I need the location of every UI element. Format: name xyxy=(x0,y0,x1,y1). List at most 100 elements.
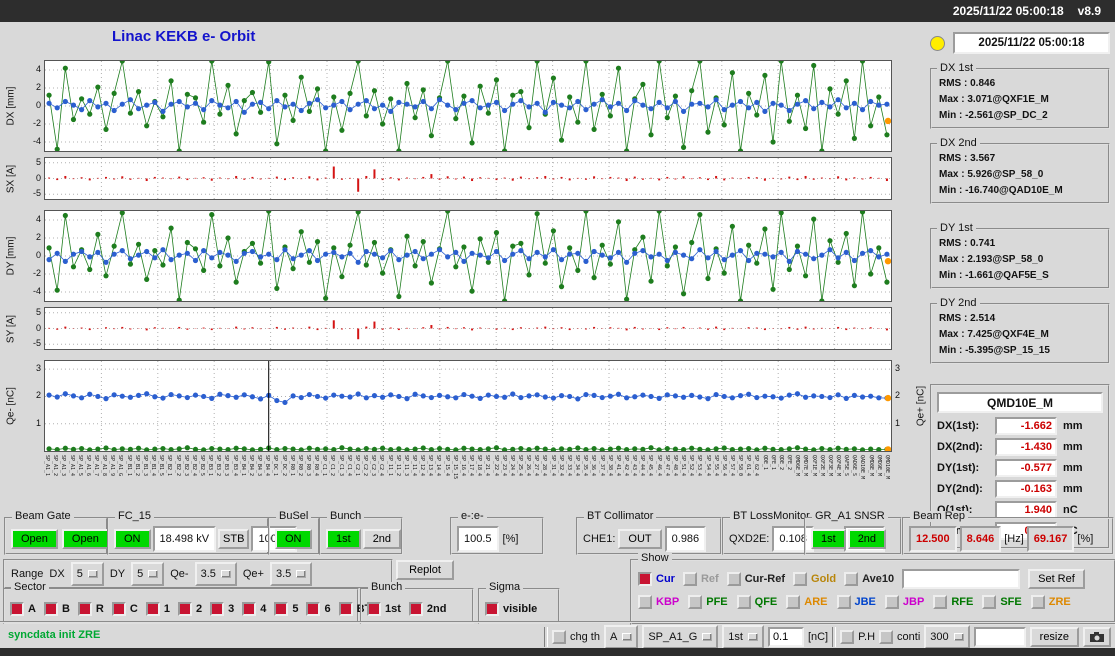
checkbox-1[interactable]: 1 xyxy=(145,601,170,616)
ee-ratio-unit: [%] xyxy=(502,532,519,545)
dx-plot[interactable] xyxy=(44,58,892,154)
checkbox-cur-ref[interactable]: Cur-Ref xyxy=(726,572,786,586)
bpm-label: SP_58_0 xyxy=(737,455,744,477)
bpm-label: SP_54_4 xyxy=(704,455,711,477)
checkbox-qfe[interactable]: QFE xyxy=(736,595,777,609)
bpm-label: QAD10E_M xyxy=(859,455,866,480)
bpm-label: SP_55_4 xyxy=(712,455,719,477)
checkbox-c[interactable]: C xyxy=(111,601,138,616)
bpm-label: SP_B1_5 xyxy=(158,455,165,477)
range-qe--select[interactable]: 3.5 xyxy=(269,562,313,586)
checkbox-label: 5 xyxy=(292,602,299,615)
checkbox-conti[interactable]: conti xyxy=(879,630,920,644)
sector-select[interactable]: A xyxy=(603,625,639,649)
bpm-label: SP_A1_G xyxy=(117,455,124,477)
status-lamp[interactable] xyxy=(930,35,945,51)
bpm-select[interactable]: SP_A1_G xyxy=(642,625,719,649)
checkbox-jbe[interactable]: JBE xyxy=(836,595,876,609)
beam-gate-open2-button[interactable]: Open xyxy=(61,528,109,549)
che1-state-button[interactable]: OUT xyxy=(618,528,662,549)
range-dy-select[interactable]: 5 xyxy=(131,562,165,586)
qe-y-ticks: 3 2 1 xyxy=(20,360,44,452)
bunch-1st-button[interactable]: 1st xyxy=(326,528,361,549)
checkbox-indicator xyxy=(933,595,948,609)
checkbox-a[interactable]: A xyxy=(10,601,36,616)
stat-dx-2nd-rms: RMS : 3.567 xyxy=(939,153,996,164)
checkbox-label: 1st xyxy=(385,602,401,615)
stat-dx-1st-label: DX 1st xyxy=(937,62,977,74)
status-message: syncdata init ZRE xyxy=(8,629,101,641)
checkbox-sfe[interactable]: SFE xyxy=(982,595,1022,609)
checkbox-5[interactable]: 5 xyxy=(274,601,299,616)
y-tick: -2 xyxy=(32,118,41,128)
bunch-select-value: 1st xyxy=(728,631,743,643)
ee-ratio-label: e-:e- xyxy=(458,511,487,522)
checkbox-r[interactable]: R xyxy=(77,601,104,616)
checkbox-jbp[interactable]: JBP xyxy=(884,595,924,609)
bpm-label: SP_53_4 xyxy=(696,455,703,477)
y-tick: -5 xyxy=(32,188,41,199)
points-select[interactable]: 300 xyxy=(924,625,970,649)
beam-gate-open1-button[interactable]: Open xyxy=(11,528,58,549)
bt-lossmonitor-label: BT LossMonitor xyxy=(730,511,813,522)
dy-chart-row: DY [mm] 4 2 0 -2 -4 xyxy=(2,208,928,304)
checkbox-6[interactable]: 6 xyxy=(306,601,331,616)
checkbox-b[interactable]: B xyxy=(43,601,70,616)
checkbox-rfe[interactable]: RFE xyxy=(933,595,973,609)
bpm-label: SP_C2_4 xyxy=(378,455,385,477)
gr-snsr-1st-button[interactable]: 1st xyxy=(811,528,846,549)
checkbox-label: 2 xyxy=(195,602,203,615)
sx-plot[interactable] xyxy=(44,157,892,200)
range-dx-select[interactable]: 5 xyxy=(70,562,104,586)
sy-right-ticks xyxy=(892,307,914,350)
checkbox-cur[interactable]: Cur xyxy=(638,572,675,586)
fc15-on-button[interactable]: ON xyxy=(114,528,151,549)
checkbox-gold[interactable]: Gold xyxy=(793,572,836,586)
checkbox-indicator xyxy=(682,572,697,586)
checkbox-2nd[interactable]: 2nd xyxy=(408,601,446,616)
resize-button[interactable]: resize xyxy=(1029,627,1079,647)
qe-plot[interactable] xyxy=(44,360,892,453)
checkbox-zre[interactable]: ZRE xyxy=(1030,595,1071,609)
sy-plot[interactable] xyxy=(44,307,892,350)
checkbox-label: ARE xyxy=(804,596,828,608)
checkbox-ref[interactable]: Ref xyxy=(682,572,719,586)
bunch-2nd-button[interactable]: 2nd xyxy=(362,528,402,549)
checkbox-indicator xyxy=(552,630,567,644)
right-panel: 2025/11/22 05:00:18 DX 1st RMS : 0.846 M… xyxy=(930,32,1110,549)
checkbox-ph[interactable]: P.H xyxy=(840,630,875,644)
checkbox-3[interactable]: 3 xyxy=(210,601,234,616)
screenshot-button[interactable] xyxy=(1083,627,1111,647)
show-ref-entry[interactable] xyxy=(902,569,1021,589)
busel-on-button[interactable]: ON xyxy=(275,528,312,549)
extra-entry[interactable] xyxy=(973,627,1026,647)
threshold-entry[interactable] xyxy=(767,627,804,647)
beam-gate-group: Beam Gate Open Open xyxy=(4,511,109,555)
bpm-label: SP_B2_3 xyxy=(182,455,189,477)
checkbox-label: RFE xyxy=(951,596,974,608)
checkbox-1st[interactable]: 1st xyxy=(367,601,401,616)
checkbox-kbp[interactable]: KBP xyxy=(638,595,679,609)
gr-snsr-2nd-button[interactable]: 2nd xyxy=(847,528,887,549)
bpm-label: SP_34_4 xyxy=(574,455,581,477)
checkbox-are[interactable]: ARE xyxy=(786,595,828,609)
bpm-label: SP_A1_8 xyxy=(101,455,108,477)
checkbox-indicator xyxy=(840,630,855,644)
checkbox-indicator xyxy=(43,601,58,616)
checkbox-4[interactable]: 4 xyxy=(242,601,266,616)
range-qe--select[interactable]: 3.5 xyxy=(194,562,237,586)
checkbox-chg-th[interactable]: chg th xyxy=(552,630,600,644)
checkbox-pfe[interactable]: PFE xyxy=(688,595,728,609)
checkbox-2[interactable]: 2 xyxy=(177,601,203,616)
range-group: Range DX 5 DY 5 Qe- 3.5 Qe+ 3.5 xyxy=(3,559,393,589)
set-ref-button[interactable]: Set Ref xyxy=(1028,569,1085,589)
checkbox-visible[interactable]: visible xyxy=(485,601,537,616)
replot-button[interactable]: Replot xyxy=(396,560,454,580)
checkbox-label: Cur-Ref xyxy=(744,573,786,585)
bpm-label: SP_B1_3 xyxy=(141,455,148,477)
checkbox-ave10[interactable]: Ave10 xyxy=(844,572,894,586)
dy-plot[interactable] xyxy=(44,208,892,304)
fc15-stb-button[interactable]: STB xyxy=(218,528,250,549)
bunch-select[interactable]: 1st xyxy=(722,625,764,649)
bpm-label: SP_26_4 xyxy=(525,455,532,477)
